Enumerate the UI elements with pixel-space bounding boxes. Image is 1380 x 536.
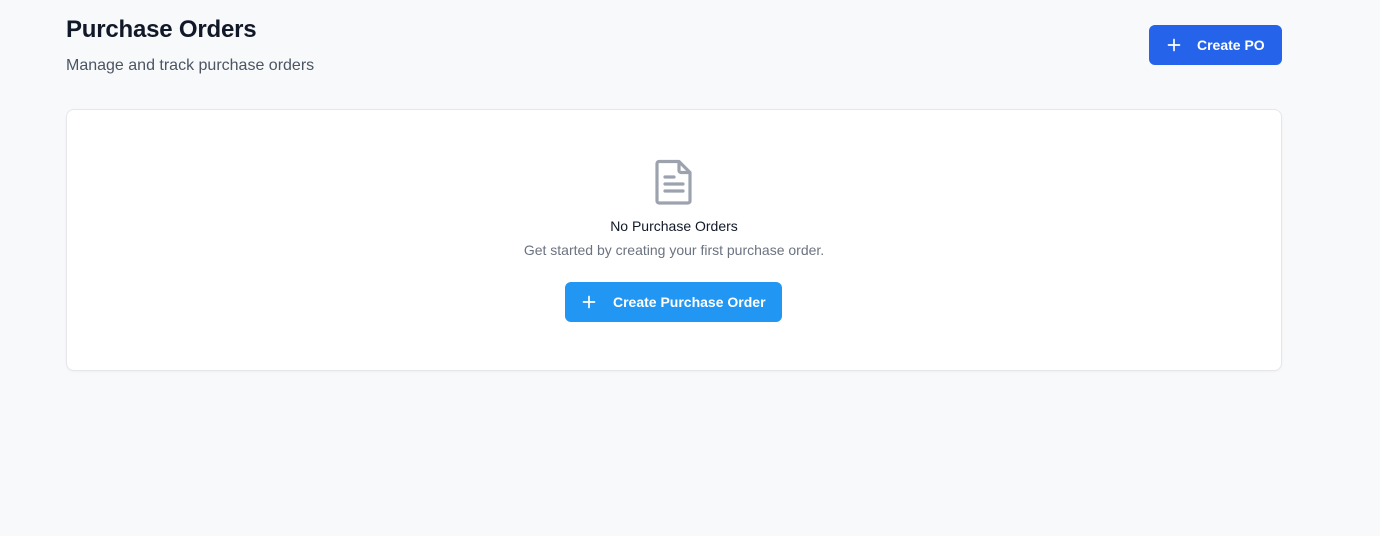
create-po-label: Create PO (1197, 37, 1265, 53)
empty-state-description: Get started by creating your first purch… (523, 242, 825, 258)
purchase-orders-page: Purchase Orders Manage and track purchas… (0, 0, 1380, 536)
empty-state: No Purchase Orders Get started by creati… (67, 110, 1281, 370)
page-header: Purchase Orders Manage and track purchas… (66, 16, 1282, 86)
create-po-button[interactable]: Create PO (1149, 25, 1282, 65)
purchase-orders-card: No Purchase Orders Get started by creati… (66, 109, 1282, 371)
empty-state-title: No Purchase Orders (610, 218, 738, 234)
plus-icon (581, 294, 597, 310)
page-subtitle: Manage and track purchase orders (66, 57, 315, 74)
create-purchase-order-label: Create Purchase Order (613, 294, 766, 310)
create-purchase-order-button[interactable]: Create Purchase Order (565, 282, 782, 322)
plus-icon (1166, 37, 1182, 53)
page-title: Purchase Orders (66, 16, 257, 43)
document-icon (655, 159, 693, 205)
